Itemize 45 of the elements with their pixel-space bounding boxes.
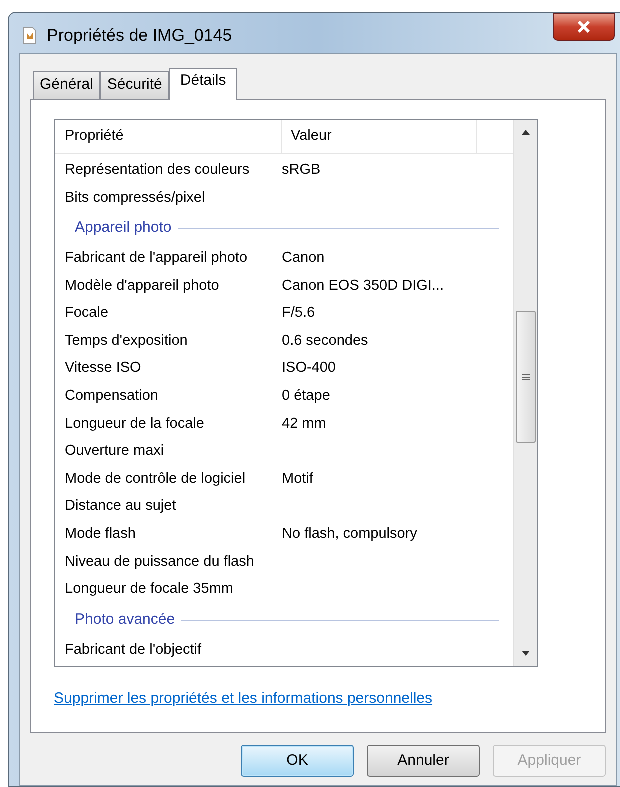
property-name: Fabricant de l'objectif [64,640,203,660]
property-name: Mode de contrôle de logiciel [64,470,247,489]
property-name: Compensation [64,387,160,406]
tab[interactable]: Détails [169,68,238,100]
remove-properties-link[interactable]: Supprimer les propriétés et les informations personnelles [54,690,433,707]
property-name: Focale [64,304,110,324]
tab[interactable]: Général [33,71,100,99]
property-name: Temps d'exposition [64,332,189,351]
property-value: 0.6 secondes [282,332,368,351]
property-name: Longueur de la focale [64,414,206,434]
window-title: Propriétés de IMG_0145 [47,25,232,47]
property-value: No flash, compulsory [282,525,418,544]
property-name: Niveau de puissance du flash [64,552,256,572]
property-value: ISO-400 [282,359,336,378]
group-heading: Photo avancée [75,610,176,630]
close-button[interactable] [553,13,615,41]
property-name: Ouverture maxi [64,442,166,462]
scroll-up-icon[interactable] [522,130,530,135]
image-file-icon [23,26,37,45]
property-name: Représentation des couleurs [64,160,251,180]
tab[interactable]: Sécurité [100,71,170,99]
property-value: 0 étape [282,387,330,406]
group-heading: Appareil photo [75,218,172,238]
column-header[interactable]: Valeur [282,120,477,153]
dialog-button[interactable]: OK [241,745,354,777]
property-name: Modèle d'appareil photo [64,276,220,296]
dialog-button[interactable]: Annuler [367,745,480,777]
property-value: sRGB [282,160,321,180]
property-value: Canon [282,249,325,268]
property-value: 42 mm [282,414,326,434]
close-icon [577,21,591,33]
scrollbar[interactable] [513,120,537,666]
grip-icon [522,374,530,380]
scroll-thumb[interactable] [516,311,536,443]
property-name: Bits compressés/pixel [64,188,206,208]
property-value: Motif [282,470,314,489]
property-name: Distance au sujet [64,497,178,516]
property-name: Fabricant de l'appareil photo [64,249,249,268]
property-name: Longueur de focale 35mm [64,580,234,600]
column-header[interactable]: Propriété [55,120,282,153]
property-value: Canon EOS 350D DIGI... [282,276,444,296]
scroll-down-icon[interactable] [522,651,530,656]
property-name: Mode flash [64,525,137,544]
property-value: F/5.6 [282,304,316,324]
property-name: Vitesse ISO [64,359,142,378]
